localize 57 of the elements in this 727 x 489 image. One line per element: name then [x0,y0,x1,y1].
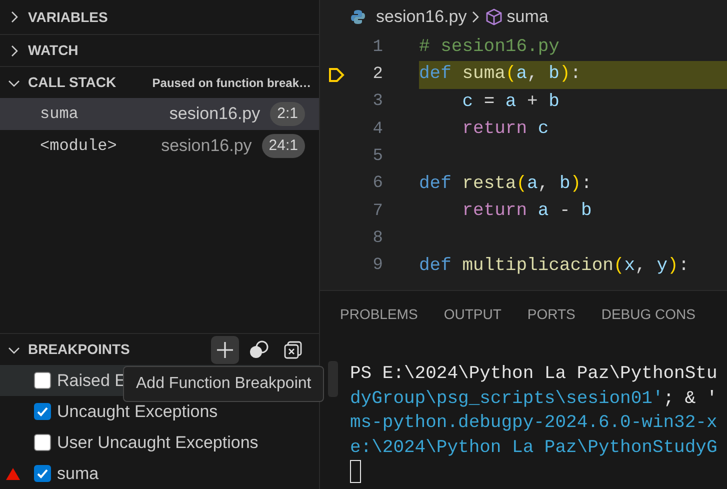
code-line: c = a + b [461,90,560,114]
section-title: CALL STACK [28,73,116,92]
panel-tab[interactable]: PROBLEMS [340,304,418,324]
python-icon [350,9,366,25]
line-number: 7 [372,200,383,223]
code-line: return c [461,118,550,142]
checkbox[interactable] [34,465,51,482]
checkbox[interactable] [34,372,51,389]
terminal-line: PS E:\2024\Python La Paz\PythonStu [350,363,718,386]
checkbox[interactable] [34,434,51,451]
current-line-icon [328,66,345,83]
stack-frame[interactable]: suma sesion16.py 2:1 [0,98,319,130]
line-number: 4 [372,118,383,141]
code-line: def resta(a, b): [419,172,593,196]
line-number: 2 [372,64,383,86]
position-badge: 24:1 [262,134,305,158]
cube-icon [484,8,503,26]
tooltip: Add Function Breakpoint [123,366,324,402]
add-button[interactable] [211,336,239,364]
line-number: 8 [372,228,383,250]
breakpoint-label: User Uncaught Exceptions [57,432,258,454]
breakpoint-label: Uncaught Exceptions [57,400,218,423]
checkbox[interactable] [34,403,51,420]
terminal-cursor [350,460,361,483]
line-number: 9 [372,255,383,278]
breadcrumb-item[interactable]: sesion16.py [376,4,467,30]
panel-tab[interactable]: OUTPUT [444,304,502,324]
panel-tab[interactable]: PORTS [527,304,576,324]
line-number: 5 [372,146,383,168]
line-number: 3 [372,91,383,114]
close-all-icon [284,340,302,358]
terminal-line: dyGroup\psg_scripts\sesion01'; & ' [350,388,718,410]
breakpoint-item[interactable]: User Uncaught Exceptions [0,427,319,458]
frame-name: <module> [40,136,117,157]
frame-file: sesion16.py [169,103,260,126]
stack-frame[interactable]: <module> sesion16.py 24:1 [0,130,319,162]
terminal-line: ms-python.debugpy-2024.6.0-win32-x [350,412,718,435]
breakpoint-label: suma [57,462,99,485]
position-badge: 2:1 [270,102,305,126]
line-number: 1 [372,36,383,59]
code-line: return a - b [461,200,593,223]
circles-icon [248,340,270,360]
section-header[interactable]: WATCH [0,34,319,66]
line-number: 6 [372,173,383,196]
frame-name: suma [40,104,78,125]
section-title: BREAKPOINTS [28,340,130,359]
terminal-line: e:\2024\Python La Paz\PythonStudyG [350,436,718,460]
frame-file: sesion16.py [161,135,252,158]
breadcrumb-item[interactable]: suma [506,4,548,30]
panel-tab[interactable]: DEBUG CONS [601,304,696,324]
plus-icon [216,340,234,358]
section-header[interactable]: VARIABLES [0,0,319,34]
code-line: def multiplicacion(x, y): [419,254,690,278]
code-line: # sesion16.py [419,36,560,60]
status-text: Paused on function break… [152,74,311,92]
breakpoint-item[interactable]: suma [0,458,319,489]
chevron-right-icon [470,10,481,24]
